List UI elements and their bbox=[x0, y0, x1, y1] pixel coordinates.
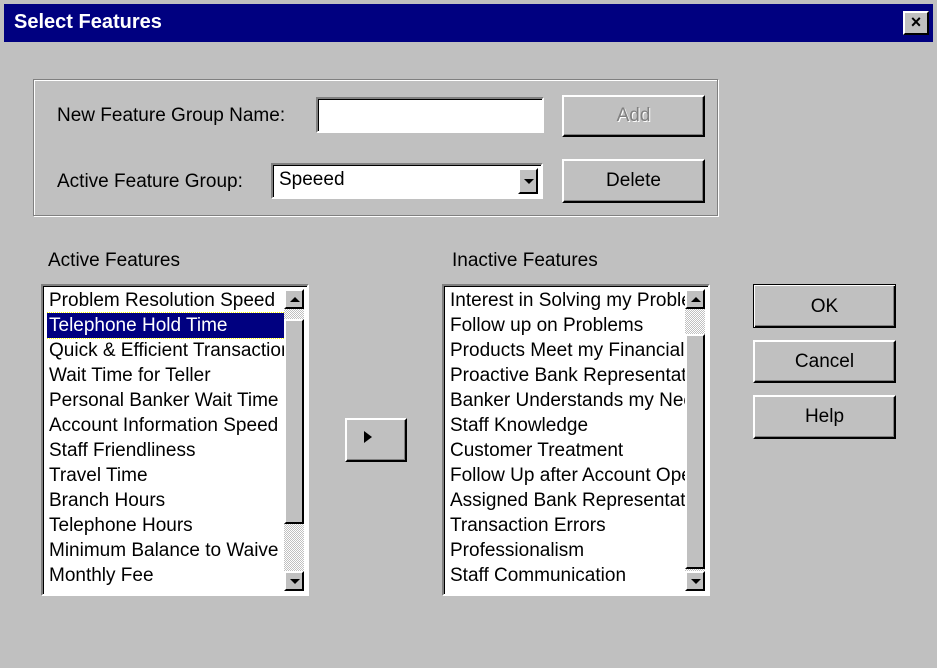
inactive-features-list[interactable]: Interest in Solving my Problems Follow u… bbox=[442, 284, 710, 596]
list-item[interactable]: Professionalism bbox=[448, 538, 688, 563]
list-item[interactable]: Staff Communication bbox=[448, 563, 688, 588]
close-button[interactable]: × bbox=[903, 11, 929, 35]
dropdown-button[interactable] bbox=[518, 168, 538, 194]
ok-button-label: OK bbox=[810, 296, 839, 317]
list-item[interactable]: Banker Understands my Needs bbox=[448, 388, 688, 413]
move-to-inactive-button[interactable] bbox=[345, 418, 407, 462]
new-feature-group-name-input[interactable] bbox=[316, 97, 544, 133]
list-item[interactable]: Transaction Errors bbox=[448, 513, 688, 538]
active-features-items: Problem Resolution Speed Telephone Hold … bbox=[47, 288, 287, 588]
add-button-label: Add bbox=[616, 105, 651, 126]
chevron-down-icon bbox=[290, 579, 300, 584]
list-item[interactable]: Proactive Bank Representative bbox=[448, 363, 688, 388]
list-item[interactable]: Follow up on Problems bbox=[448, 313, 688, 338]
active-feature-group-label: Active Feature Group: bbox=[57, 171, 243, 192]
ok-button[interactable]: OK bbox=[753, 284, 896, 328]
chevron-up-icon bbox=[290, 297, 300, 302]
list-item[interactable]: Assigned Bank Representative bbox=[448, 488, 688, 513]
list-item[interactable]: Customer Treatment bbox=[448, 438, 688, 463]
scroll-thumb[interactable] bbox=[685, 334, 705, 569]
list-item[interactable]: Travel Time bbox=[47, 463, 287, 488]
list-item[interactable]: Problem Resolution Speed bbox=[47, 288, 287, 313]
chevron-up-icon bbox=[691, 297, 701, 302]
help-button-label: Help bbox=[804, 406, 845, 427]
delete-button-label: Delete bbox=[606, 170, 661, 191]
list-item[interactable]: Wait Time for Teller bbox=[47, 363, 287, 388]
list-item[interactable]: Personal Banker Wait Time bbox=[47, 388, 287, 413]
list-item[interactable]: Staff Knowledge bbox=[448, 413, 688, 438]
arrow-right-icon bbox=[364, 431, 372, 443]
scroll-up-button[interactable] bbox=[685, 289, 705, 309]
inactive-features-items: Interest in Solving my Problems Follow u… bbox=[448, 288, 688, 588]
cancel-button[interactable]: Cancel bbox=[753, 340, 896, 383]
list-item-selected[interactable]: Telephone Hold Time bbox=[47, 312, 287, 339]
list-item[interactable]: Follow Up after Account Opening bbox=[448, 463, 688, 488]
title-bar: Select Features × bbox=[4, 4, 933, 42]
inactive-features-scrollbar[interactable] bbox=[685, 289, 705, 591]
cancel-button-label: Cancel bbox=[794, 351, 855, 372]
list-item[interactable]: Quick & Efficient Transactions bbox=[47, 338, 287, 363]
list-item[interactable]: Branch Hours bbox=[47, 488, 287, 513]
active-feature-group-select[interactable]: Speeed bbox=[271, 163, 543, 199]
scroll-up-button[interactable] bbox=[284, 289, 304, 309]
list-item[interactable]: Interest in Solving my Problems bbox=[448, 288, 688, 313]
chevron-down-icon bbox=[691, 579, 701, 584]
active-features-list[interactable]: Problem Resolution Speed Telephone Hold … bbox=[41, 284, 309, 596]
chevron-down-icon bbox=[524, 179, 534, 184]
list-item[interactable]: Telephone Hours bbox=[47, 513, 287, 538]
list-item[interactable]: Account Information Speed bbox=[47, 413, 287, 438]
close-icon: × bbox=[910, 12, 922, 32]
active-features-scrollbar[interactable] bbox=[284, 289, 304, 591]
list-item[interactable]: Staff Friendliness bbox=[47, 438, 287, 463]
list-item[interactable]: Products Meet my Financial bbox=[448, 338, 688, 363]
active-feature-group-value: Speeed bbox=[279, 169, 345, 190]
scroll-down-button[interactable] bbox=[685, 571, 705, 591]
active-features-label: Active Features bbox=[48, 250, 180, 271]
scroll-thumb[interactable] bbox=[284, 319, 304, 524]
inactive-features-label: Inactive Features bbox=[452, 250, 598, 271]
window-title: Select Features bbox=[14, 11, 162, 33]
scroll-down-button[interactable] bbox=[284, 571, 304, 591]
new-feature-group-name-label: New Feature Group Name: bbox=[57, 105, 286, 126]
add-button[interactable]: Add bbox=[562, 95, 705, 137]
list-item[interactable]: Monthly Fee bbox=[47, 563, 287, 588]
help-button[interactable]: Help bbox=[753, 395, 896, 439]
list-item[interactable]: Minimum Balance to Waive bbox=[47, 538, 287, 563]
delete-button[interactable]: Delete bbox=[562, 159, 705, 203]
